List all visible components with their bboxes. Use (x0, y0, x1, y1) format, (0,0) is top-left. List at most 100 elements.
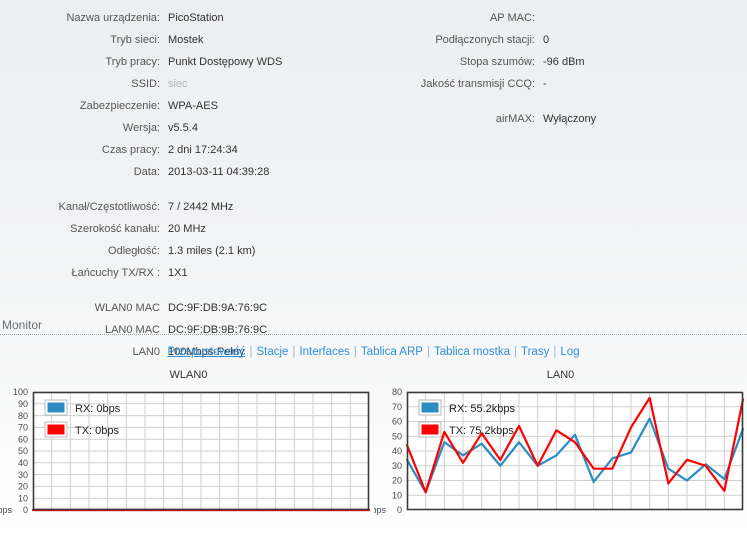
svg-text:60: 60 (392, 417, 402, 427)
status-row: Szerokość kanału: 20 MHz (0, 222, 380, 244)
chart-area-lan0: 0 10 20 30 40 50 60 70 80 kbps RX: 55.2kbps TX: 75.… (374, 386, 747, 526)
status-right-column: AP MAC: Podłączonych stacji: 0 Stopa szumów… (380, 11, 747, 134)
svg-text:0: 0 (397, 505, 402, 515)
chart-svg-lan0: 0 10 20 30 40 50 60 70 80 kbps RX: 55.2kbps TX: 75.… (374, 387, 745, 515)
status-row: Data: 2013-03-11 04:39:28 (0, 165, 380, 187)
svg-text:80: 80 (18, 411, 28, 421)
svg-text:50: 50 (18, 446, 28, 456)
monitor-section-header: Monitor (0, 318, 747, 338)
monitor-section: Monitor Przepustowość | Stacje | Interfaces |… (0, 318, 747, 528)
status-row-label: Wersja: (122, 122, 160, 134)
status-row-label: Jakość transmisji CCQ: (420, 78, 535, 90)
status-row-label: Odległość: (108, 245, 160, 257)
nav-separator: | (553, 346, 557, 358)
status-panel: Nazwa urządzenia: PicoStation Tryb sieci: M… (0, 0, 747, 358)
legend-label-rx: RX: 0bps (75, 403, 121, 415)
status-row-value: Mostek (168, 34, 204, 46)
chart-area-wlan0: 0 1020 30 40 50 6070 80 90 100 bps RX: 0bps TX: 0bp… (0, 386, 373, 526)
status-row-value: - (543, 78, 547, 90)
chart-block-lan0: LAN0 0 10 20 30 40 50 60 70 80 kbps RX: 55.2kbps TX… (374, 368, 747, 526)
status-row-label: Tryb pracy: (105, 56, 160, 68)
legend-label-tx: TX: 0bps (75, 425, 120, 437)
svg-text:100: 100 (13, 387, 28, 397)
chart-svg-wlan0: 0 1020 30 40 50 6070 80 90 100 bps RX: 0bps TX: 0bp… (0, 387, 371, 515)
status-row-label: Nazwa urządzenia: (66, 12, 160, 24)
svg-text:40: 40 (392, 446, 402, 456)
svg-text:0: 0 (23, 505, 28, 515)
svg-text:10: 10 (392, 490, 402, 500)
legend-label-tx: TX: 75.2kbps (449, 425, 514, 437)
monitor-link-trasy[interactable]: Trasy (520, 346, 550, 358)
status-row: Łańcuchy TX/RX : 1X1 (0, 266, 380, 288)
status-row-label: Podłączonych stacji: (435, 34, 535, 46)
svg-text:80: 80 (392, 387, 402, 397)
nav-separator: | (353, 346, 357, 358)
status-row-label: Data: (133, 166, 160, 178)
status-row-value: 2013-03-11 04:39:28 (168, 166, 270, 178)
svg-text:30: 30 (392, 461, 402, 471)
monitor-link-tablica-mostka[interactable]: Tablica mostka (433, 346, 511, 358)
status-row-label: Tryb sieci: (110, 34, 160, 46)
status-row-value: 7 / 2442 MHz (168, 201, 234, 213)
status-row: airMAX: Wyłączony (380, 112, 747, 134)
status-row: Kanał/Częstotliwość: 7 / 2442 MHz (0, 200, 380, 222)
svg-text:kbps: kbps (374, 505, 386, 515)
status-row-label: SSID: (131, 78, 160, 90)
status-row-value: DC:9F:DB:9A:76:9C (168, 302, 268, 314)
monitor-section-title: Monitor (2, 318, 43, 332)
chart-title-wlan0: WLAN0 (169, 369, 208, 381)
status-row: Jakość transmisji CCQ: - (380, 77, 747, 99)
status-row-label: Stopa szumów: (459, 56, 535, 68)
svg-text:60: 60 (18, 434, 28, 444)
charts-container: WLAN0 0102030405060708090100bpsRX: 0bpsT… (0, 368, 747, 528)
svg-text:50: 50 (392, 431, 402, 441)
status-row: Tryb sieci: Mostek (0, 33, 380, 55)
svg-text:20: 20 (18, 482, 28, 492)
status-row-value: 1.3 miles (2.1 km) (168, 245, 256, 257)
status-row-value: Wyłączony (543, 113, 597, 125)
monitor-link-przepustowo-[interactable]: Przepustowość (166, 346, 246, 358)
chart-title-lan0: LAN0 (546, 369, 575, 381)
legend-label-rx: RX: 55.2kbps (449, 403, 516, 415)
status-row: Tryb pracy: Punkt Dostępowy WDS (0, 55, 380, 77)
svg-text:70: 70 (18, 423, 28, 433)
status-row: Stopa szumów: -96 dBm (380, 55, 747, 77)
status-row-label: airMAX: (495, 113, 535, 125)
status-row: Czas pracy: 2 dni 17:24:34 (0, 143, 380, 165)
status-left-column: Nazwa urządzenia: PicoStation Tryb sieci: M… (0, 11, 380, 367)
monitor-link-log[interactable]: Log (559, 346, 580, 358)
monitor-link-tablica-arp[interactable]: Tablica ARP (360, 346, 424, 358)
status-row: AP MAC: (380, 11, 747, 33)
section-divider (0, 334, 747, 335)
chart-block-wlan0: WLAN0 0 1020 30 40 50 6070 80 90 100 bps RX: 0bps T… (0, 368, 373, 526)
monitor-link-interfaces[interactable]: Interfaces (298, 346, 351, 358)
monitor-nav-links: Przepustowość | Stacje | Interfaces | Tablica … (0, 338, 747, 358)
status-row-value: -96 dBm (543, 56, 585, 68)
status-row-value: PicoStation (168, 12, 224, 24)
status-row-label: Łańcuchy TX/RX : (71, 267, 160, 279)
status-row: Nazwa urządzenia: PicoStation (0, 11, 380, 33)
status-row-value: 20 MHz (168, 223, 206, 235)
svg-text:bps: bps (0, 505, 12, 515)
svg-text:10: 10 (18, 493, 28, 503)
status-row-value: 0 (543, 34, 550, 46)
status-row: Odległość: 1.3 miles (2.1 km) (0, 244, 380, 266)
svg-text:30: 30 (18, 470, 28, 480)
svg-text:40: 40 (18, 458, 28, 468)
nav-separator: | (426, 346, 430, 358)
status-row: Podłączonych stacji: 0 (380, 33, 747, 55)
status-row-value: Punkt Dostępowy WDS (168, 56, 283, 68)
status-row-label: Kanał/Częstotliwość: (58, 201, 161, 213)
status-row-label: Szerokość kanału: (70, 223, 160, 235)
status-row-value: v5.5.4 (168, 122, 198, 134)
status-row-value: 2 dni 17:24:34 (168, 144, 238, 156)
monitor-link-stacje[interactable]: Stacje (255, 346, 289, 358)
status-row: Zabezpieczenie: WPA-AES (0, 99, 380, 121)
status-row-value: 1X1 (168, 267, 188, 279)
svg-text:70: 70 (392, 402, 402, 412)
status-row-value: WPA-AES (168, 100, 218, 112)
status-row-label: Czas pracy: (101, 144, 160, 156)
status-row-label: WLAN0 MAC (94, 302, 160, 314)
svg-text:90: 90 (18, 399, 28, 409)
status-row: SSID: siec (0, 77, 380, 99)
